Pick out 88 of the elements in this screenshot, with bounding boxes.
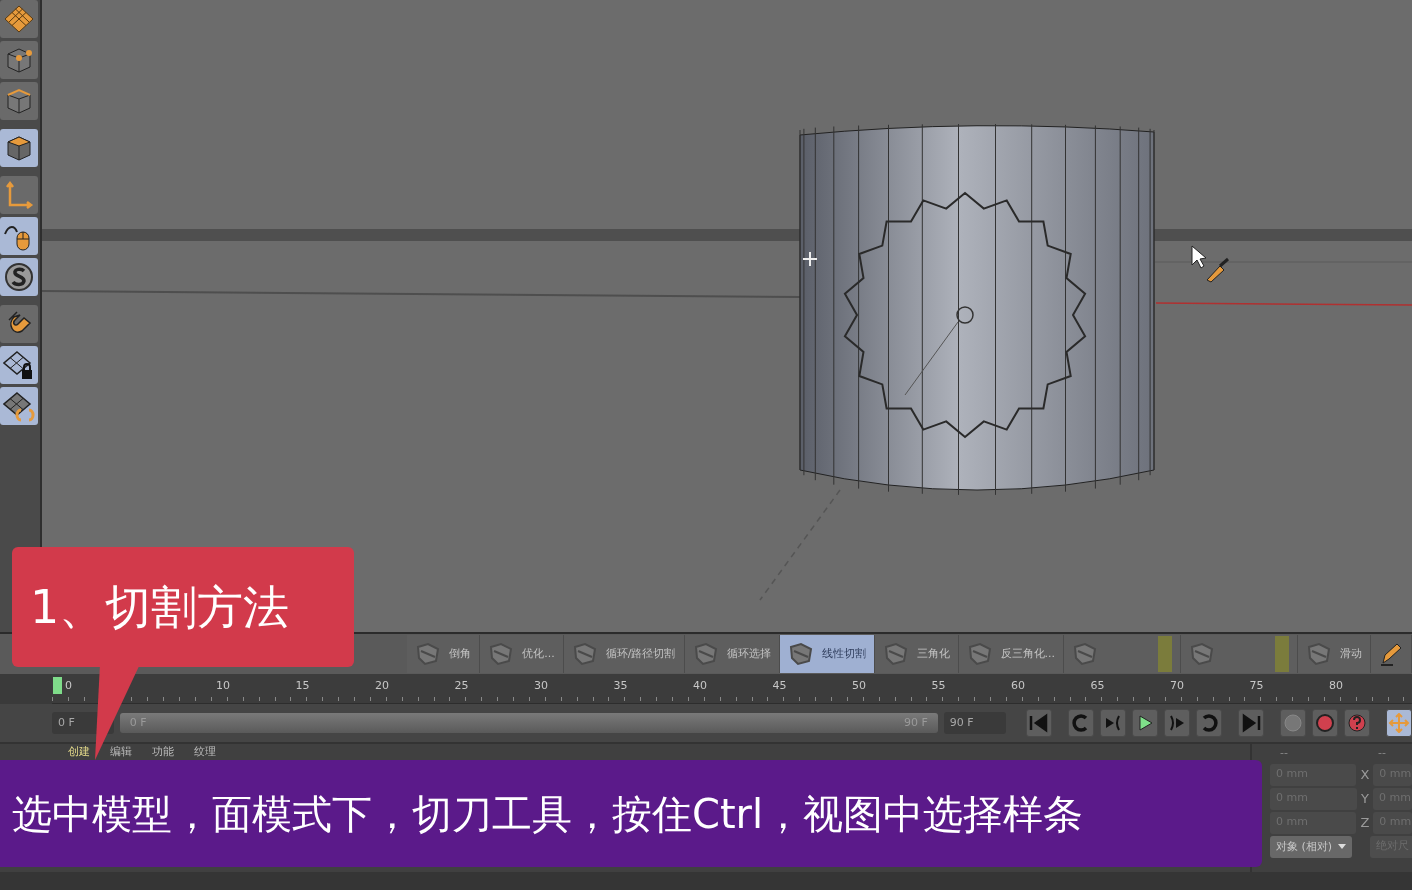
frame-number: 35 (613, 678, 628, 694)
panel-tab[interactable]: 功能 (152, 745, 174, 758)
callout-title: 1、切割方法 (12, 547, 354, 667)
tool-button[interactable]: 循环选择 (684, 635, 780, 673)
tool-button[interactable]: 优化... (480, 635, 564, 673)
tool-icon (488, 641, 515, 667)
cube-faces-button[interactable] (0, 129, 38, 167)
playhead-marker[interactable] (53, 677, 62, 694)
axis-label: X (1360, 765, 1370, 784)
coordinate-mode-dropdown[interactable]: 对象 (相对) (1270, 835, 1353, 858)
timeline-ruler[interactable]: 0 10 15 20 25 30 35 40 45 50 55 60 65 70 75 80 (52, 674, 1412, 704)
tool-icon (1306, 641, 1332, 667)
snap-s-button[interactable] (0, 258, 38, 296)
panel-tab[interactable]: 创建 (68, 745, 90, 758)
pen-tool-button[interactable] (1371, 635, 1412, 673)
frame-number: 55 (931, 678, 946, 694)
tool-icon (1189, 641, 1215, 667)
cursor-icon (1191, 245, 1207, 269)
toggle-marker (1158, 636, 1172, 672)
knife-icon (1206, 257, 1229, 283)
axis-label: Z (1360, 813, 1370, 832)
pen-icon (1379, 641, 1403, 667)
help-icon (1345, 713, 1368, 733)
plane-grid-button[interactable] (0, 0, 38, 38)
toggle-marker (1275, 636, 1289, 672)
tool-button[interactable]: 循环/路径切割 (563, 635, 685, 673)
column-header: -- (1280, 745, 1288, 761)
tool-icon (787, 641, 814, 667)
mouse-button[interactable] (0, 217, 38, 255)
end-frame-field[interactable]: 90 F (943, 712, 1006, 734)
tool-button[interactable]: 滑动 (1298, 635, 1371, 673)
crosshair-icon (802, 251, 818, 267)
frame-number: 80 (1329, 678, 1343, 694)
frame-number: 65 (1090, 678, 1105, 694)
cube-points-button[interactable] (0, 41, 38, 79)
help-button[interactable] (1343, 709, 1370, 737)
polygon-tool-button[interactable] (1181, 635, 1298, 673)
tool-icon (571, 641, 598, 667)
key-icon (1281, 713, 1304, 733)
go-to-start-button[interactable] (1025, 709, 1052, 737)
tool-button[interactable]: 倒角 (407, 635, 481, 673)
snap-s-icon (3, 261, 35, 293)
grid-refresh-button[interactable] (0, 387, 38, 425)
grid-refresh-icon (3, 390, 35, 422)
key-button[interactable] (1279, 709, 1306, 737)
subtitle-caption: 选中模型，面模式下，切刀工具，按住Ctrl，视图中选择样条 (0, 760, 1262, 867)
frame-number: 40 (693, 678, 707, 694)
frame-number: 0 (65, 678, 72, 694)
caret-icon (1338, 844, 1347, 849)
frame-number: 30 (534, 678, 548, 694)
axis-arrows-icon (3, 179, 35, 211)
frame-number: 50 (852, 678, 866, 694)
tool-icon (692, 641, 719, 667)
play-button[interactable] (1131, 709, 1158, 737)
tool-icon (966, 641, 993, 667)
panel-tab[interactable]: 编辑 (110, 745, 132, 758)
frame-number: 10 (216, 678, 230, 694)
frame-number: 70 (1170, 678, 1184, 694)
magnet-button[interactable] (0, 305, 38, 343)
go-to-end-button[interactable] (1237, 709, 1264, 737)
frame-number: 25 (454, 678, 469, 694)
tool-button[interactable]: 线性切割 (779, 635, 875, 673)
frame-number: 20 (375, 678, 389, 694)
tool-icon (1072, 641, 1098, 667)
axis-label: Y (1361, 789, 1370, 808)
frame-number: 75 (1249, 678, 1264, 694)
go-to-start-icon (1027, 713, 1050, 733)
move-icon (1387, 713, 1410, 733)
tool-icon (882, 641, 909, 667)
move-button[interactable] (1385, 709, 1412, 737)
previous-key-button[interactable] (1067, 709, 1094, 737)
record-button[interactable] (1311, 709, 1338, 737)
frame-number: 60 (1011, 678, 1025, 694)
plane-grid-icon (3, 3, 35, 35)
column-header: -- (1377, 745, 1386, 761)
frame-number: 45 (772, 678, 787, 694)
tool-icon (415, 641, 442, 667)
previous-frame-button[interactable] (1099, 709, 1126, 737)
next-frame-button[interactable] (1163, 709, 1190, 737)
axis-arrows-button[interactable] (0, 176, 38, 214)
next-key-button[interactable] (1195, 709, 1222, 737)
cube-edges-button[interactable] (0, 82, 38, 120)
grid-lock-icon (3, 349, 35, 381)
grid-lock-button[interactable] (0, 346, 38, 384)
record-icon (1313, 713, 1336, 733)
polygon-tool-button[interactable] (1064, 635, 1181, 673)
panel-tab[interactable]: 纹理 (194, 745, 216, 758)
frame-number: 15 (295, 678, 310, 694)
